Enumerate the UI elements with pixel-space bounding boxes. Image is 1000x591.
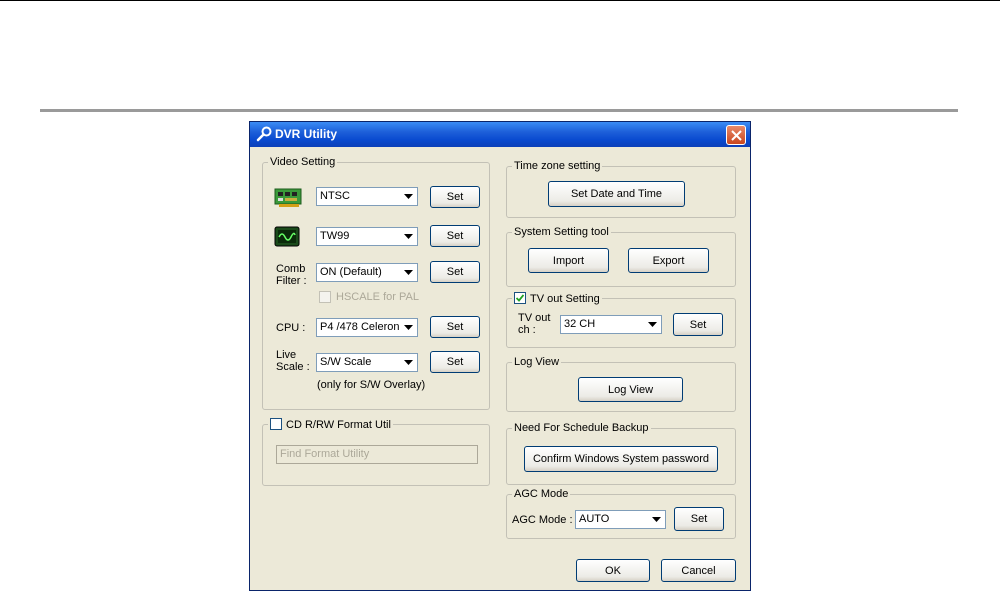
monitor-waveform-icon <box>274 226 300 248</box>
set-date-time-button[interactable]: Set Date and Time <box>548 181 685 207</box>
tv-out-set-button[interactable]: Set <box>673 313 723 336</box>
hscale-label: HSCALE for PAL <box>336 291 419 303</box>
agc-mode-dropdown[interactable]: AUTO <box>575 510 666 529</box>
close-icon <box>731 130 742 141</box>
tv-out-channel-dropdown[interactable]: 32 CH <box>560 315 662 334</box>
hscale-checkbox[interactable] <box>319 291 331 303</box>
video-setting-legend: Video Setting <box>270 156 336 168</box>
page-divider <box>40 109 958 112</box>
import-button[interactable]: Import <box>528 248 609 273</box>
chevron-down-icon <box>400 228 417 245</box>
chevron-down-icon <box>648 511 665 528</box>
agc-mode-set-button[interactable]: Set <box>674 507 724 531</box>
title-bar[interactable]: DVR Utility <box>250 122 750 147</box>
chevron-down-icon <box>400 188 417 205</box>
export-button[interactable]: Export <box>628 248 709 273</box>
video-format-dropdown[interactable]: NTSC <box>316 187 418 206</box>
agc-mode-label: AGC Mode : <box>512 514 573 526</box>
checkmark-icon <box>516 294 524 302</box>
log-view-legend: Log View <box>514 356 560 368</box>
format-utility-field[interactable]: Find Format Utility <box>276 445 478 464</box>
live-scale-note: (only for S/W Overlay) <box>317 379 426 391</box>
cpu-dropdown[interactable]: P4 /478 Celeron <box>316 318 418 337</box>
tv-out-checkbox[interactable] <box>514 292 526 304</box>
chevron-down-icon <box>400 264 417 281</box>
system-setting-tool-legend: System Setting tool <box>514 226 609 238</box>
log-view-button[interactable]: Log View <box>578 377 683 402</box>
tv-out-legend: TV out Setting <box>530 293 600 305</box>
top-rule <box>0 0 1000 1</box>
agc-mode-legend: AGC Mode <box>514 488 569 500</box>
capture-card-icon <box>274 188 304 208</box>
live-scale-label-line1: Live <box>276 349 297 361</box>
comb-filter-label-line1: Comb <box>276 263 306 275</box>
ok-button[interactable]: OK <box>576 559 650 582</box>
tv-out-label-line2: ch : <box>518 324 536 336</box>
live-scale-dropdown[interactable]: S/W Scale <box>316 353 418 372</box>
wrench-icon <box>256 126 272 142</box>
cd-format-legend: CD R/RW Format Util <box>286 419 391 431</box>
chip-set-button[interactable]: Set <box>430 225 480 247</box>
cpu-set-button[interactable]: Set <box>430 316 480 338</box>
chevron-down-icon <box>644 316 661 333</box>
comb-filter-label-line2: Filter : <box>276 275 307 287</box>
schedule-backup-legend: Need For Schedule Backup <box>514 422 649 434</box>
confirm-password-button[interactable]: Confirm Windows System password <box>524 446 718 472</box>
video-format-set-button[interactable]: Set <box>430 186 480 208</box>
chip-dropdown[interactable]: TW99 <box>316 227 418 246</box>
close-button[interactable] <box>726 125 746 145</box>
comb-filter-set-button[interactable]: Set <box>430 261 480 283</box>
time-zone-legend: Time zone setting <box>514 160 601 172</box>
cd-format-checkbox[interactable] <box>270 418 282 430</box>
comb-filter-dropdown[interactable]: ON (Default) <box>316 263 418 282</box>
live-scale-label-line2: Scale : <box>276 361 310 373</box>
chevron-down-icon <box>400 354 417 371</box>
tv-out-label-line1: TV out <box>518 312 551 324</box>
cancel-button[interactable]: Cancel <box>661 559 736 582</box>
chevron-down-icon <box>400 319 417 336</box>
window-title: DVR Utility <box>275 127 338 141</box>
live-scale-set-button[interactable]: Set <box>430 351 480 373</box>
cpu-label: CPU : <box>276 322 306 334</box>
dvr-utility-dialog: DVR Utility Video Setting NTSC Set TW99 … <box>249 121 751 591</box>
